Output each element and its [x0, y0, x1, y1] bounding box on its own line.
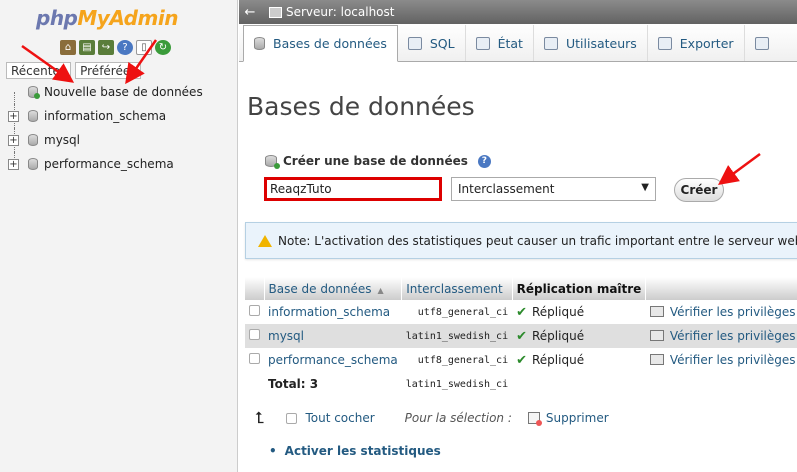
delete-icon: [527, 412, 542, 426]
sql-icon[interactable]: ▤: [79, 40, 95, 55]
column-header-replication: Réplication maître: [512, 277, 647, 300]
collapse-sidebar-button[interactable]: ←: [239, 5, 261, 20]
create-database-label: Créer une base de données ?: [265, 154, 491, 169]
new-database-icon: [265, 155, 280, 169]
databases-table: Base de données ▲ Interclassement Réplica…: [245, 277, 797, 396]
row-checkbox[interactable]: [249, 329, 260, 340]
table-row: performance_schema utf8_general_ci ✔ Répl…: [245, 348, 797, 372]
column-header-collation[interactable]: Interclassement: [401, 277, 513, 300]
create-button[interactable]: Créer: [674, 178, 724, 202]
tab-databases[interactable]: Bases de données: [243, 25, 398, 62]
top-breadcrumb-bar: ← Serveur: localhost: [239, 0, 797, 24]
sidebar-tabs: Récentes Préférées: [6, 62, 142, 79]
navigation-sidebar: phpMyAdmin ⌂ ▤ ↪ ? ▯ ↻ Récentes Préférée…: [0, 0, 238, 472]
docs-icon[interactable]: ▯: [136, 40, 152, 55]
sort-asc-icon: ▲: [377, 285, 384, 295]
sidebar-item-mysql[interactable]: + mysql: [4, 128, 236, 152]
expand-icon[interactable]: +: [8, 134, 19, 146]
statistics-notice: Note: L'activation des statistiques peut…: [245, 222, 797, 259]
check-all-checkbox[interactable]: [286, 412, 298, 424]
reload-icon[interactable]: ↻: [155, 40, 171, 55]
tab-users[interactable]: Utilisateurs: [534, 25, 648, 61]
tab-status[interactable]: État: [466, 25, 534, 61]
sidebar-item-new-database[interactable]: Nouvelle base de données: [4, 80, 236, 104]
column-header-database[interactable]: Base de données ▲: [264, 277, 403, 300]
privileges-icon: [649, 330, 664, 341]
collation-select[interactable]: Interclassement ▼: [451, 177, 656, 201]
collation-cell: latin1_swedish_ci: [401, 324, 513, 348]
tab-sql[interactable]: SQL: [398, 25, 466, 61]
activate-statistics-link[interactable]: Activer les statistiques: [269, 444, 441, 458]
users-icon: [543, 36, 558, 50]
main-tabs: Bases de données SQL État Utilisateurs E…: [239, 24, 797, 62]
export-icon: [657, 36, 672, 50]
privileges-icon: [649, 354, 664, 365]
server-icon: [269, 6, 282, 18]
phpmyadmin-logo[interactable]: phpMyAdmin: [36, 6, 178, 30]
database-icon: [28, 134, 38, 146]
tab-favorites[interactable]: Préférées: [75, 62, 142, 79]
expand-icon[interactable]: +: [8, 158, 19, 170]
import-icon: [754, 36, 769, 50]
check-all-label[interactable]: Tout cocher: [305, 411, 374, 425]
tab-import[interactable]: [745, 25, 787, 61]
database-link[interactable]: information_schema: [264, 300, 402, 324]
help-icon[interactable]: ?: [117, 40, 133, 55]
total-collation: latin1_swedish_ci: [401, 372, 513, 396]
check-privileges-link[interactable]: Vérifier les privilèges: [645, 300, 797, 324]
warning-icon: [258, 234, 272, 247]
check-privileges-link[interactable]: Vérifier les privilèges: [645, 324, 797, 348]
row-checkbox[interactable]: [249, 353, 260, 364]
expand-icon[interactable]: +: [8, 110, 19, 122]
status-icon: [475, 36, 490, 50]
new-database-icon: [28, 86, 40, 99]
tab-recent[interactable]: Récentes: [6, 62, 72, 79]
database-tree: Nouvelle base de données + information_s…: [4, 80, 236, 176]
database-icon: [28, 110, 38, 122]
main-content: Bases de données Créer une base de donné…: [239, 62, 797, 472]
checkmark-icon: ✔: [516, 352, 527, 368]
checkmark-icon: ✔: [516, 328, 527, 344]
with-selected-label: Pour la sélection :: [404, 411, 512, 425]
database-icon: [28, 158, 38, 170]
help-icon[interactable]: ?: [477, 154, 491, 168]
database-link[interactable]: mysql: [264, 324, 402, 348]
sidebar-item-information-schema[interactable]: + information_schema: [4, 104, 236, 128]
exit-icon[interactable]: ↪: [98, 40, 114, 55]
database-icon: [254, 37, 265, 50]
collation-cell: utf8_general_ci: [401, 348, 513, 372]
checkmark-icon: ✔: [516, 304, 527, 320]
sidebar-item-performance-schema[interactable]: + performance_schema: [4, 152, 236, 176]
chevron-down-icon: ▼: [641, 182, 649, 193]
column-header-actions: [645, 277, 797, 300]
bulk-actions: ⮤ Tout cocher Pour la sélection : Suppri…: [255, 408, 609, 428]
home-icon[interactable]: ⌂: [60, 40, 76, 55]
privileges-icon: [649, 306, 664, 317]
collation-cell: utf8_general_ci: [401, 300, 513, 324]
row-checkbox[interactable]: [249, 305, 260, 316]
table-total-row: Total: 3 latin1_swedish_ci: [245, 372, 797, 396]
total-count: Total: 3: [264, 372, 402, 396]
sidebar-toolbar: ⌂ ▤ ↪ ? ▯ ↻: [60, 40, 171, 55]
table-row: information_schema utf8_general_ci ✔ Répl…: [245, 300, 797, 324]
tab-export[interactable]: Exporter: [648, 25, 745, 61]
database-name-input[interactable]: [264, 177, 442, 201]
sql-icon: [407, 36, 422, 50]
delete-link[interactable]: Supprimer: [546, 411, 609, 425]
check-all-arrow-icon: ⮤: [255, 408, 265, 427]
page-title: Bases de données: [247, 92, 475, 121]
table-row: mysql latin1_swedish_ci ✔ Répliqué Vérifi…: [245, 324, 797, 348]
check-privileges-link[interactable]: Vérifier les privilèges: [645, 348, 797, 372]
breadcrumb-server[interactable]: Serveur: localhost: [286, 5, 394, 19]
database-link[interactable]: performance_schema: [264, 348, 402, 372]
